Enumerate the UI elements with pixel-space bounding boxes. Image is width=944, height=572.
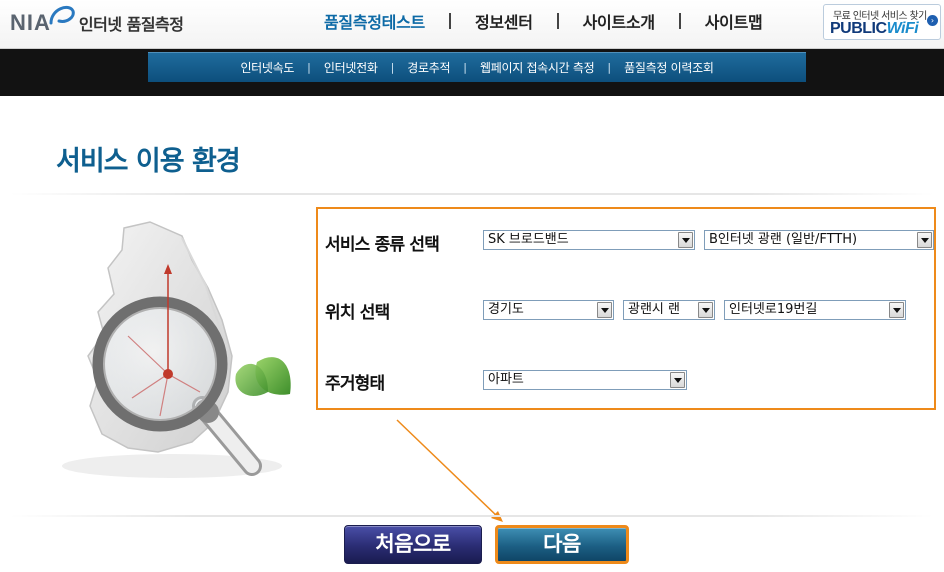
subnav-item-traceroute[interactable]: 경로추적 (394, 59, 463, 76)
street-select-value: 인터넷로19번길 (729, 302, 818, 317)
nav-item-site-intro[interactable]: 사이트소개 (559, 9, 679, 33)
magnifier-map-icon (32, 216, 302, 496)
city-select[interactable]: 광랜시 랜 (623, 300, 715, 320)
subnav-item-voip[interactable]: 인터넷전화 (311, 59, 391, 76)
chevron-down-icon[interactable] (889, 302, 904, 318)
province-select[interactable]: 경기도 (483, 300, 614, 320)
service-type-label: 서비스 종류 선택 (325, 235, 440, 255)
city-select-value: 광랜시 랜 (628, 302, 680, 317)
next-button[interactable]: 다음 (495, 525, 629, 564)
subnav-item-speed[interactable]: 인터넷속도 (227, 59, 307, 76)
location-label: 위치 선택 (325, 303, 390, 323)
sub-nav: 인터넷속도 | 인터넷전화 | 경로추적 | 웹페이지 접속시간 측정 | 품질… (148, 52, 806, 82)
annotation-arrow-icon (395, 418, 515, 528)
housing-type-select[interactable]: 아파트 (483, 370, 687, 390)
provider-select[interactable]: SK 브로드밴드 (483, 230, 695, 250)
nia-logo[interactable]: NIA 인터넷 품질측정 (10, 6, 184, 40)
chevron-down-icon[interactable] (698, 302, 713, 318)
logo-text: NIA (10, 10, 51, 35)
public-wifi-logo-wifi: WiFi (886, 20, 919, 37)
top-header: NIA 인터넷 품질측정 품질측정테스트 정보센터 사이트소개 사이트맵 무료 … (0, 0, 944, 49)
subnav-item-history[interactable]: 품질측정 이력조회 (611, 59, 726, 76)
nav-item-info-center[interactable]: 정보센터 (451, 9, 557, 33)
product-select[interactable]: B인터넷 광랜 (일반/FTTH) (704, 230, 934, 250)
logo-subtitle: 인터넷 품질측정 (78, 15, 184, 34)
nav-item-sitemap[interactable]: 사이트맵 (681, 9, 787, 33)
province-select-value: 경기도 (488, 302, 524, 317)
divider-bottom (10, 515, 934, 517)
housing-type-select-value: 아파트 (488, 372, 524, 387)
public-wifi-logo-main: PUBLIC (830, 20, 887, 37)
public-wifi-banner[interactable]: 무료 인터넷 서비스 찾기 PUBLICWiFi › (823, 4, 941, 40)
page-title: 서비스 이용 환경 (56, 146, 241, 177)
housing-type-label: 주거형태 (325, 374, 385, 394)
divider-top (10, 193, 934, 195)
arrow-right-icon: › (927, 15, 938, 26)
logo-swoosh-icon (47, 1, 77, 31)
main-nav: 품질측정테스트 정보센터 사이트소개 사이트맵 (300, 9, 786, 33)
chevron-down-icon[interactable] (670, 372, 685, 388)
provider-select-value: SK 브로드밴드 (488, 232, 569, 247)
chevron-down-icon[interactable] (678, 232, 693, 248)
street-select[interactable]: 인터넷로19번길 (724, 300, 906, 320)
chevron-down-icon[interactable] (917, 232, 932, 248)
nav-item-quality-test[interactable]: 품질측정테스트 (300, 9, 449, 33)
chevron-down-icon[interactable] (597, 302, 612, 318)
public-wifi-logo: PUBLICWiFi (830, 20, 919, 38)
product-select-value: B인터넷 광랜 (일반/FTTH) (709, 232, 858, 247)
service-environment-form: 서비스 종류 선택 SK 브로드밴드 B인터넷 광랜 (일반/FTTH) 위치 … (316, 207, 936, 410)
start-over-button[interactable]: 처음으로 (344, 525, 482, 564)
subnav-item-page-load-time[interactable]: 웹페이지 접속시간 측정 (467, 59, 607, 76)
